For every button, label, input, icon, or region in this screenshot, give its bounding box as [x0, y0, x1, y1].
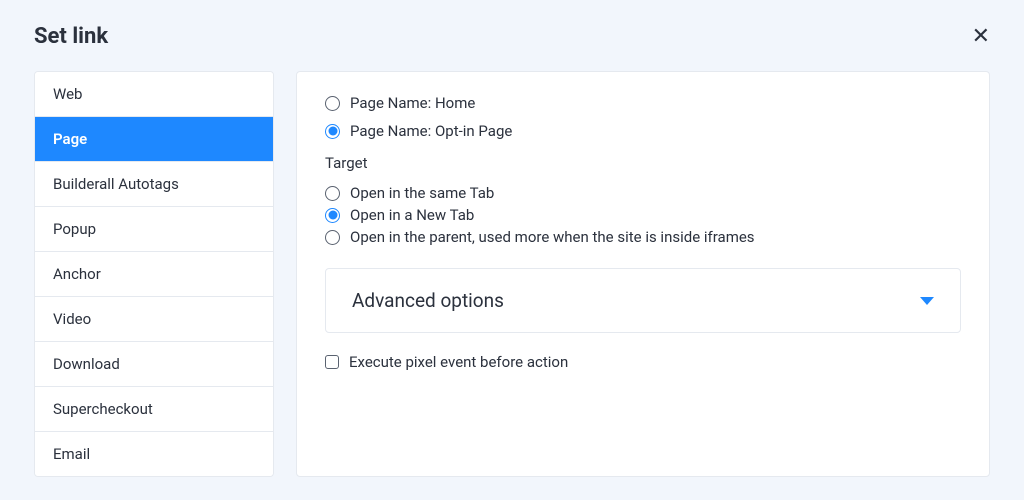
sidebar-item-label: Page	[53, 130, 87, 148]
sidebar-item-email[interactable]: Email	[35, 432, 273, 476]
radio-icon	[325, 208, 340, 223]
sidebar-item-page[interactable]: Page	[35, 117, 273, 162]
radio-icon	[325, 230, 340, 245]
radio-label: Page Name: Home	[350, 94, 475, 112]
pixel-event-checkbox[interactable]: Execute pixel event before action	[325, 353, 961, 371]
radio-label: Open in the same Tab	[350, 184, 494, 202]
sidebar-item-web[interactable]: Web	[35, 72, 273, 117]
page-option-optin[interactable]: Page Name: Opt-in Page	[325, 122, 961, 140]
checkbox-icon	[325, 355, 339, 369]
dialog-header: Set link ✕	[34, 24, 990, 49]
sidebar-item-supercheckout[interactable]: Supercheckout	[35, 387, 273, 432]
radio-icon	[325, 96, 340, 111]
link-type-sidebar: Web Page Builderall Autotags Popup Ancho…	[34, 71, 274, 477]
sidebar-item-label: Popup	[53, 220, 96, 238]
radio-label: Page Name: Opt-in Page	[350, 122, 512, 140]
page-link-panel: Page Name: Home Page Name: Opt-in Page T…	[296, 71, 990, 477]
sidebar-item-label: Video	[53, 310, 91, 328]
sidebar-item-label: Download	[53, 355, 120, 373]
dialog-title: Set link	[34, 24, 108, 49]
sidebar-item-builderall-autotags[interactable]: Builderall Autotags	[35, 162, 273, 207]
radio-icon	[325, 124, 340, 139]
target-option-new-tab[interactable]: Open in a New Tab	[325, 206, 961, 224]
radio-label: Open in the parent, used more when the s…	[350, 228, 755, 246]
page-option-home[interactable]: Page Name: Home	[325, 94, 961, 112]
target-option-parent[interactable]: Open in the parent, used more when the s…	[325, 228, 961, 246]
sidebar-item-label: Builderall Autotags	[53, 175, 179, 193]
checkbox-label: Execute pixel event before action	[349, 353, 568, 371]
sidebar-item-label: Email	[53, 445, 90, 463]
sidebar-item-label: Anchor	[53, 265, 101, 283]
advanced-options-label: Advanced options	[352, 289, 504, 312]
target-options-group: Open in the same Tab Open in a New Tab O…	[325, 184, 961, 246]
advanced-options-toggle[interactable]: Advanced options	[325, 268, 961, 333]
sidebar-item-anchor[interactable]: Anchor	[35, 252, 273, 297]
target-section-label: Target	[325, 154, 961, 172]
close-icon[interactable]: ✕	[972, 26, 990, 48]
chevron-down-icon	[920, 297, 934, 305]
sidebar-item-popup[interactable]: Popup	[35, 207, 273, 252]
sidebar-item-label: Web	[53, 85, 82, 103]
dialog-content: Web Page Builderall Autotags Popup Ancho…	[34, 71, 990, 477]
sidebar-item-label: Supercheckout	[53, 400, 153, 418]
target-option-same-tab[interactable]: Open in the same Tab	[325, 184, 961, 202]
set-link-dialog: Set link ✕ Web Page Builderall Autotags …	[0, 0, 1024, 500]
radio-label: Open in a New Tab	[350, 206, 474, 224]
sidebar-item-video[interactable]: Video	[35, 297, 273, 342]
sidebar-item-download[interactable]: Download	[35, 342, 273, 387]
radio-icon	[325, 186, 340, 201]
